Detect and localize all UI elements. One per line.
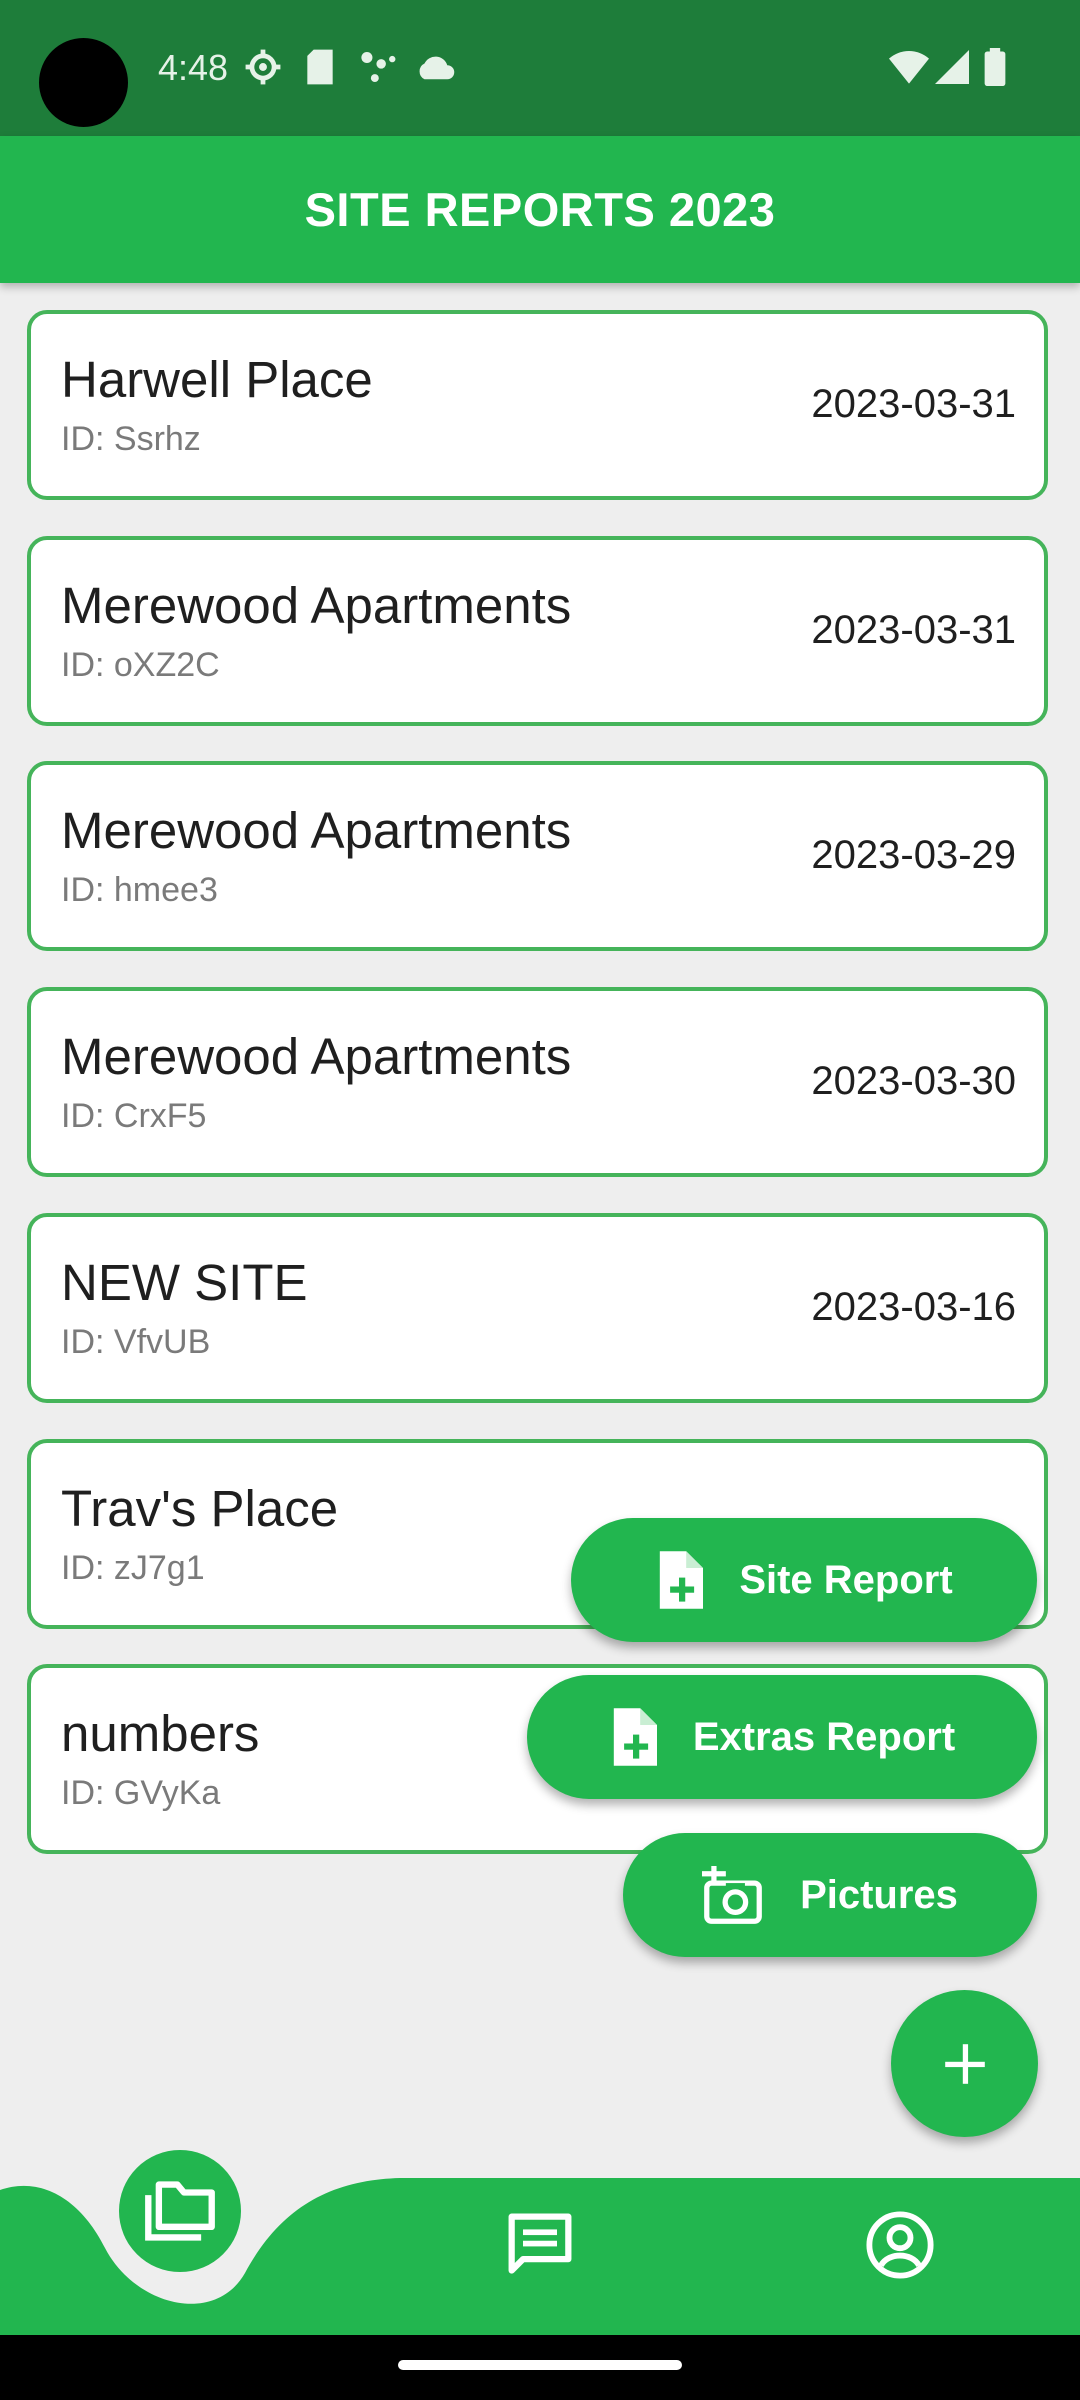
profile-icon [866,2211,934,2279]
report-name: Merewood Apartments [61,577,572,634]
report-id: ID: zJ7g1 [61,1549,205,1587]
report-date: 2023-03-16 [811,1285,1016,1329]
report-id: ID: oXZ2C [61,646,220,684]
report-card[interactable]: Merewood Apartments ID: hmee3 2023-03-29 [27,761,1048,951]
site-report-button[interactable]: Site Report [571,1518,1037,1642]
report-date: 2023-03-31 [811,382,1016,426]
battery-icon [984,48,1006,86]
report-card[interactable]: Harwell Place ID: Ssrhz 2023-03-31 [27,310,1048,500]
add-fab-button[interactable] [891,1990,1038,2137]
new-document-icon [660,1551,704,1609]
signal-icon [935,50,969,84]
extras-report-label: Extras Report [692,1714,956,1759]
report-id: ID: Ssrhz [61,420,201,458]
nav-item-folders[interactable] [119,2150,241,2272]
pictures-button[interactable]: Pictures [623,1833,1037,1957]
page-title: SITE REPORTS 2023 [304,183,776,236]
sd-card-icon [307,49,333,85]
nav-item-messages[interactable] [500,2205,580,2285]
report-id: ID: GVyKa [61,1774,221,1812]
report-card[interactable]: NEW SITE ID: VfvUB 2023-03-16 [27,1213,1048,1403]
folders-icon [145,2181,215,2241]
nav-item-profile[interactable] [860,2205,940,2285]
report-name: Merewood Apartments [61,1028,572,1085]
dots-icon [361,51,396,83]
camera-cutout [39,38,128,127]
plus-icon [944,2043,985,2084]
report-id: ID: hmee3 [61,871,218,909]
home-gesture-handle[interactable] [398,2360,682,2370]
report-date: 2023-03-30 [811,1059,1016,1103]
report-name: NEW SITE [61,1254,308,1311]
report-name: Trav's Place [61,1480,339,1537]
settings-icon [245,49,281,85]
new-document-icon [613,1708,657,1766]
report-card[interactable]: Merewood Apartments ID: oXZ2C 2023-03-31 [27,536,1048,726]
report-date: 2023-03-31 [811,608,1016,652]
pictures-label: Pictures [800,1872,958,1917]
add-photo-icon [702,1866,762,1924]
report-card[interactable]: Merewood Apartments ID: CrxF5 2023-03-30 [27,987,1048,1177]
report-id: ID: VfvUB [61,1323,211,1361]
report-id: ID: CrxF5 [61,1097,207,1135]
messages-icon [508,2213,572,2274]
site-report-label: Site Report [739,1557,953,1602]
report-date: 2023-03-29 [811,833,1016,877]
report-name: numbers [61,1705,260,1762]
status-bar: 4:48 [0,0,1080,136]
cloud-icon [419,56,455,80]
extras-report-button[interactable]: Extras Report [527,1675,1037,1799]
app-bar: SITE REPORTS 2023 [0,136,1080,283]
report-name: Merewood Apartments [61,802,572,859]
status-time: 4:48 [158,47,229,88]
report-name: Harwell Place [61,351,373,408]
wifi-icon [889,51,929,84]
